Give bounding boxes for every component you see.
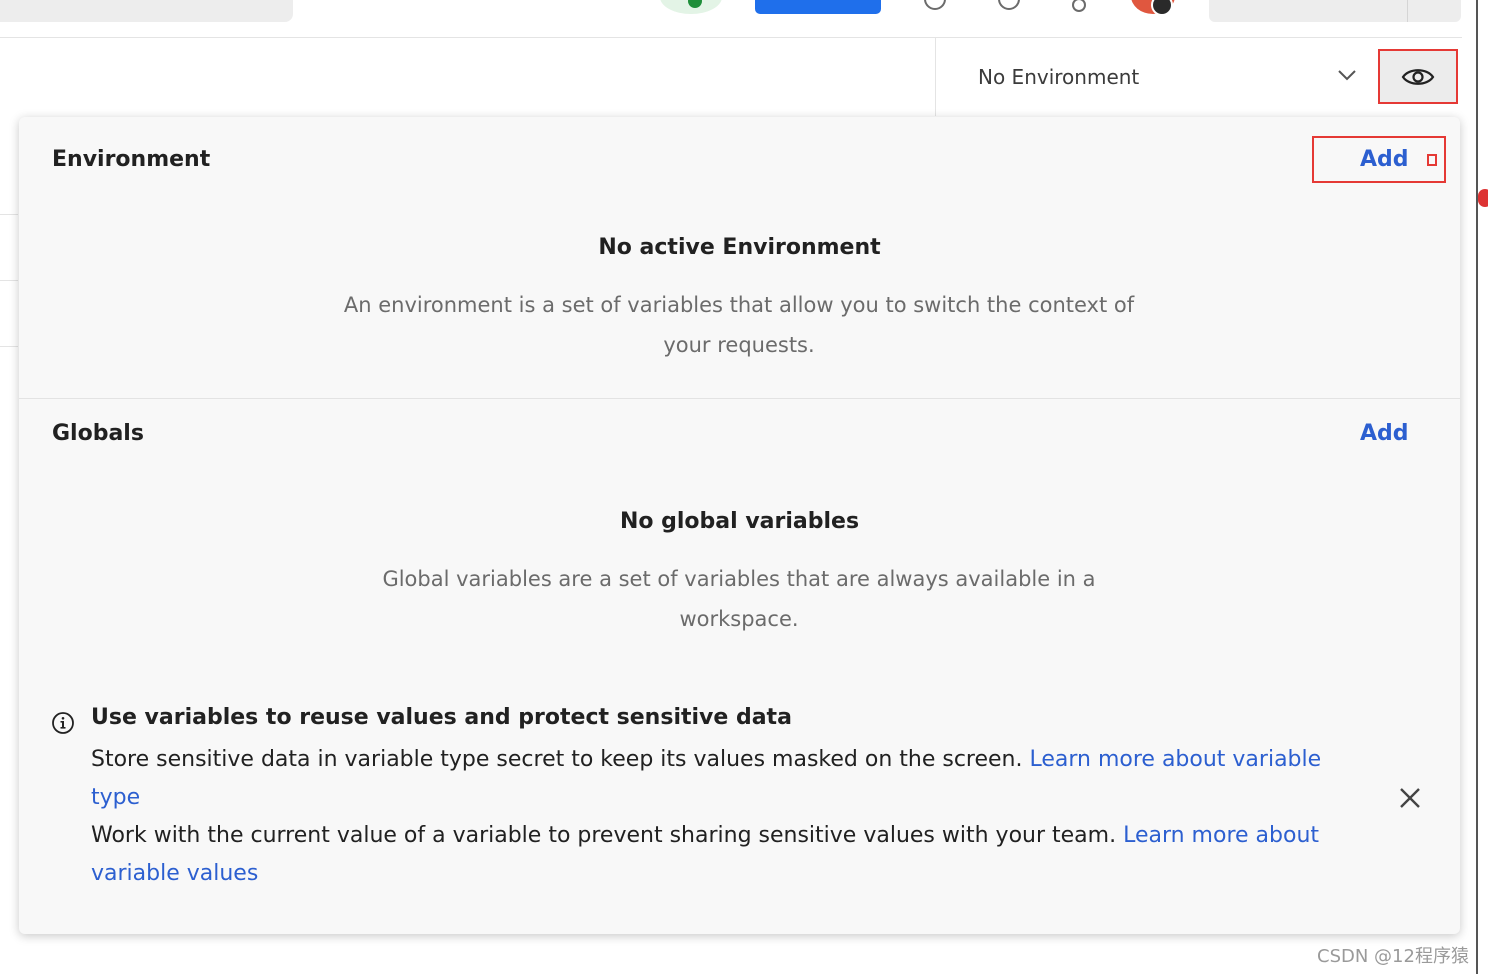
environment-bar: No Environment [0, 38, 1462, 116]
notifications-icon[interactable] [998, 0, 1020, 10]
close-icon[interactable] [1397, 785, 1423, 811]
add-globals-button[interactable]: Add [1360, 421, 1409, 446]
window-border [1476, 0, 1478, 974]
tip-line-current-value: Work with the current value of a variabl… [91, 817, 1371, 893]
tip-title: Use variables to reuse values and protec… [91, 705, 792, 730]
divider [1407, 0, 1408, 22]
divider [0, 214, 18, 215]
environment-section-title: Environment [52, 147, 211, 172]
highlight-marker [1427, 154, 1437, 166]
divider [0, 280, 18, 281]
divider [0, 346, 18, 347]
settings-icon[interactable] [924, 0, 946, 10]
tip-text: Store sensitive data in variable type se… [91, 747, 1030, 772]
globals-section-title: Globals [52, 421, 144, 446]
tip-text: Work with the current value of a variabl… [91, 823, 1124, 848]
globals-empty-description: Global variables are a set of variables … [382, 567, 1096, 631]
upgrade-button[interactable] [755, 0, 881, 14]
section-divider [19, 398, 1460, 399]
help-icon[interactable] [1072, 0, 1086, 12]
eye-icon [1401, 68, 1435, 85]
environment-selector-label: No Environment [978, 65, 1140, 89]
avatar[interactable] [1131, 0, 1175, 16]
tip-line-secret: Store sensitive data in variable type se… [91, 741, 1371, 817]
info-icon [52, 712, 74, 734]
chevron-down-icon [1338, 70, 1356, 81]
workspace-switcher[interactable] [1209, 0, 1461, 22]
watermark: CSDN @12程序猿 [1317, 946, 1469, 967]
highlight-box [1312, 136, 1446, 183]
top-toolbar [0, 0, 1462, 38]
environment-empty-title: No active Environment [598, 235, 881, 260]
adjacent-window [1478, 0, 1488, 974]
environment-quick-look-button[interactable] [1378, 49, 1458, 104]
sync-status-icon[interactable] [660, 0, 722, 14]
environment-quick-look-popover: Environment Add No active Environment An… [19, 117, 1460, 934]
badge-icon [1478, 189, 1488, 207]
environment-selector[interactable]: No Environment [936, 38, 1378, 116]
search-bar[interactable] [0, 0, 293, 22]
globals-empty-title: No global variables [619, 509, 860, 534]
environment-empty-description: An environment is a set of variables tha… [343, 293, 1135, 357]
